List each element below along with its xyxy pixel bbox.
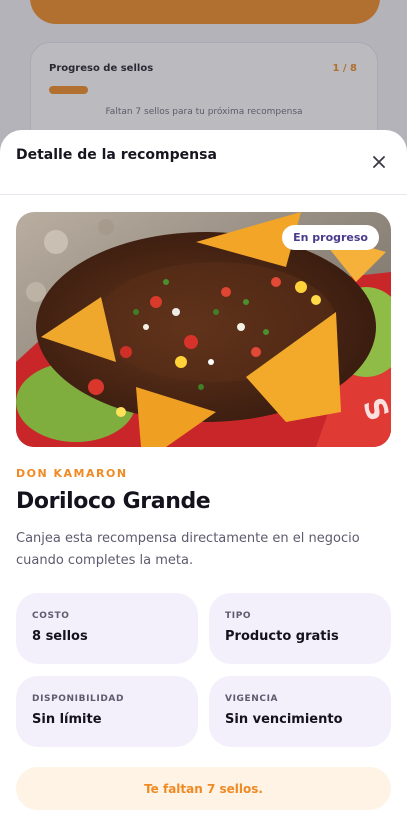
detail-value: 8 sellos bbox=[32, 629, 88, 644]
reward-detail-sheet: Detalle de la recompensa S En progreso D… bbox=[0, 130, 407, 824]
detail-card-type: TIPO Producto gratis bbox=[209, 593, 391, 664]
sheet-title: Detalle de la recompensa bbox=[16, 147, 217, 163]
reward-title: Doriloco Grande bbox=[16, 489, 211, 514]
detail-card-cost: COSTO 8 sellos bbox=[16, 593, 198, 664]
detail-label: COSTO bbox=[32, 611, 70, 621]
business-name: DON KAMARON bbox=[16, 467, 128, 480]
status-badge: En progreso bbox=[282, 225, 379, 250]
reward-description: Canjea esta recompensa directamente en e… bbox=[16, 531, 360, 568]
close-icon bbox=[373, 156, 385, 168]
detail-label: VIGENCIA bbox=[225, 694, 279, 704]
close-button[interactable] bbox=[369, 152, 389, 172]
detail-value: Producto gratis bbox=[225, 629, 339, 644]
detail-card-availability: DISPONIBILIDAD Sin límite bbox=[16, 676, 198, 747]
stamps-remaining-button[interactable]: Te faltan 7 sellos. bbox=[16, 767, 391, 810]
detail-label: DISPONIBILIDAD bbox=[32, 694, 125, 704]
detail-value: Sin vencimiento bbox=[225, 712, 343, 727]
detail-value: Sin límite bbox=[32, 712, 102, 727]
reward-details-grid: COSTO 8 sellos TIPO Producto gratis DISP… bbox=[16, 593, 391, 747]
reward-image: S En progreso bbox=[16, 212, 391, 447]
detail-label: TIPO bbox=[225, 611, 252, 621]
sheet-header: Detalle de la recompensa bbox=[0, 130, 407, 195]
detail-card-validity: VIGENCIA Sin vencimiento bbox=[209, 676, 391, 747]
